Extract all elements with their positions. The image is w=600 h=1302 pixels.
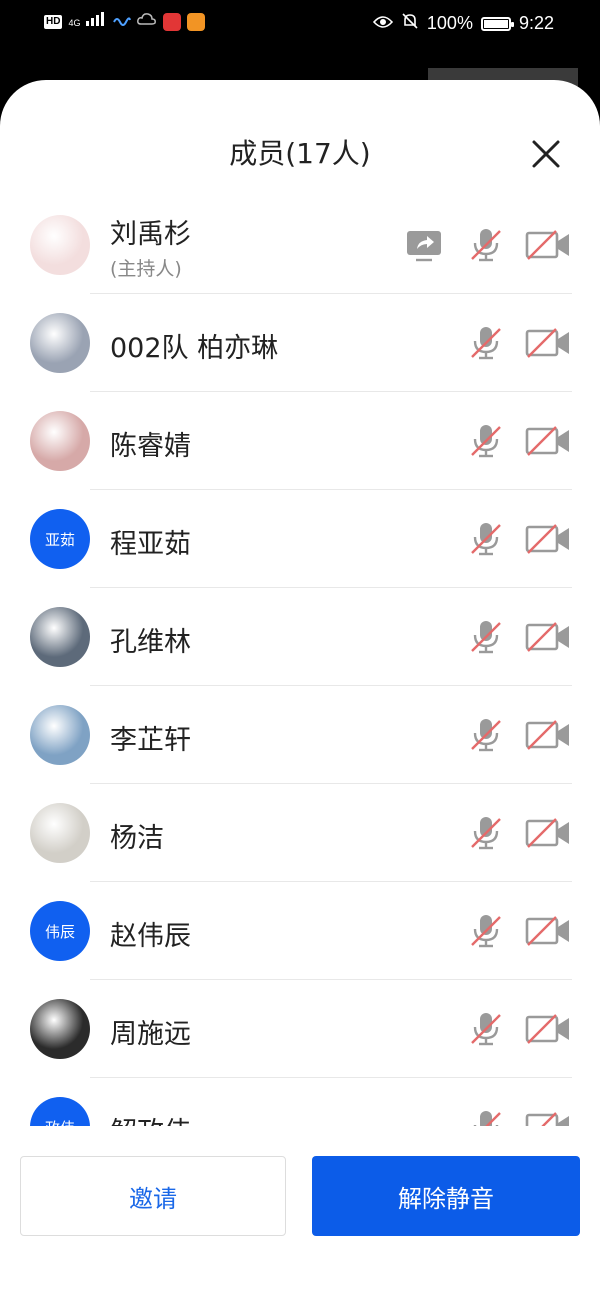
mic-muted-icon[interactable] <box>466 715 506 755</box>
avatar: 伟辰 <box>30 901 90 961</box>
camera-off-icon[interactable] <box>524 911 572 951</box>
member-list[interactable]: 刘禹杉 (主持人) 002队 柏亦琳 陈睿婧 亚茹 程亚茹 孔维林 李芷轩 杨洁… <box>0 196 600 1126</box>
member-row[interactable]: 陈睿婧 <box>0 392 600 490</box>
camera-off-icon[interactable] <box>524 1107 572 1126</box>
avatar <box>30 313 90 373</box>
avatar <box>30 705 90 765</box>
unmute-button[interactable]: 解除静音 <box>312 1156 580 1236</box>
battery-icon <box>480 16 514 31</box>
app-play-icon <box>186 12 205 31</box>
member-name: 杨洁 <box>110 823 164 854</box>
avatar <box>30 607 90 667</box>
member-name: 李芷轩 <box>110 725 191 756</box>
member-role: (主持人) <box>110 258 182 280</box>
bell-off-icon <box>401 12 419 35</box>
avatar <box>30 215 90 275</box>
member-name: 陈睿婧 <box>110 431 191 462</box>
member-name: 孔维林 <box>110 627 191 658</box>
avatar: 亚茹 <box>30 509 90 569</box>
avatar-text: 伟辰 <box>44 922 75 941</box>
member-row[interactable]: 政伟 解政伟 <box>0 1078 600 1126</box>
camera-off-icon[interactable] <box>524 813 572 853</box>
camera-off-icon[interactable] <box>524 323 572 363</box>
member-row[interactable]: 伟辰 赵伟辰 <box>0 882 600 980</box>
battery-percent: 100% <box>426 13 473 33</box>
camera-off-icon[interactable] <box>524 421 572 461</box>
mic-muted-icon[interactable] <box>466 225 506 265</box>
member-name: 程亚茹 <box>110 529 191 560</box>
hd-icon: HD <box>44 14 63 29</box>
mic-muted-icon[interactable] <box>466 813 506 853</box>
member-name: 赵伟辰 <box>110 921 191 952</box>
mic-muted-icon[interactable] <box>466 1009 506 1049</box>
camera-off-icon[interactable] <box>524 617 572 657</box>
member-name: 解政伟 <box>110 1110 191 1126</box>
signal-icon: 4G <box>68 12 106 31</box>
mic-muted-icon[interactable] <box>466 1107 506 1126</box>
member-row[interactable]: 周施远 <box>0 980 600 1078</box>
eye-icon <box>372 13 393 34</box>
close-icon[interactable] <box>526 134 566 174</box>
member-row[interactable]: 亚茹 程亚茹 <box>0 490 600 588</box>
wave-icon <box>113 13 131 31</box>
mic-muted-icon[interactable] <box>466 911 506 951</box>
mic-muted-icon[interactable] <box>466 323 506 363</box>
member-name: 刘禹杉 <box>110 219 191 250</box>
avatar-text: 亚茹 <box>44 530 75 549</box>
avatar <box>30 803 90 863</box>
sheet-footer: 邀请 解除静音 <box>0 1126 600 1302</box>
status-right: 100% 9:22 <box>372 12 554 35</box>
sheet-title: 成员(17人) <box>229 137 371 170</box>
member-name: 002队 柏亦琳 <box>110 333 279 364</box>
camera-off-icon[interactable] <box>524 519 572 559</box>
avatar <box>30 411 90 471</box>
mic-muted-icon[interactable] <box>466 519 506 559</box>
avatar-text: 政伟 <box>45 1117 75 1127</box>
members-sheet: 成员(17人) 刘禹杉 (主持人) 002队 柏亦琳 陈睿婧 亚茹 程亚茹 孔维… <box>0 80 600 1302</box>
clock: 9:22 <box>518 13 554 33</box>
avatar <box>30 999 90 1059</box>
app-mic-icon <box>162 12 181 31</box>
avatar: 政伟 <box>30 1097 90 1126</box>
member-row[interactable]: 孔维林 <box>0 588 600 686</box>
member-row[interactable]: 李芷轩 <box>0 686 600 784</box>
status-left: HD 4G <box>44 12 205 31</box>
member-row[interactable]: 002队 柏亦琳 <box>0 294 600 392</box>
member-row[interactable]: 刘禹杉 (主持人) <box>0 196 600 294</box>
member-row[interactable]: 杨洁 <box>0 784 600 882</box>
member-name: 周施远 <box>110 1019 191 1050</box>
invite-button[interactable]: 邀请 <box>20 1156 286 1236</box>
mic-muted-icon[interactable] <box>466 421 506 461</box>
mic-muted-icon[interactable] <box>466 617 506 657</box>
camera-off-icon[interactable] <box>524 225 572 265</box>
cloud-icon <box>136 12 157 31</box>
camera-off-icon[interactable] <box>524 1009 572 1049</box>
screen-share-icon[interactable] <box>404 225 444 265</box>
camera-off-icon[interactable] <box>524 715 572 755</box>
status-bar: HD 4G 100% 9:22 <box>0 0 600 46</box>
